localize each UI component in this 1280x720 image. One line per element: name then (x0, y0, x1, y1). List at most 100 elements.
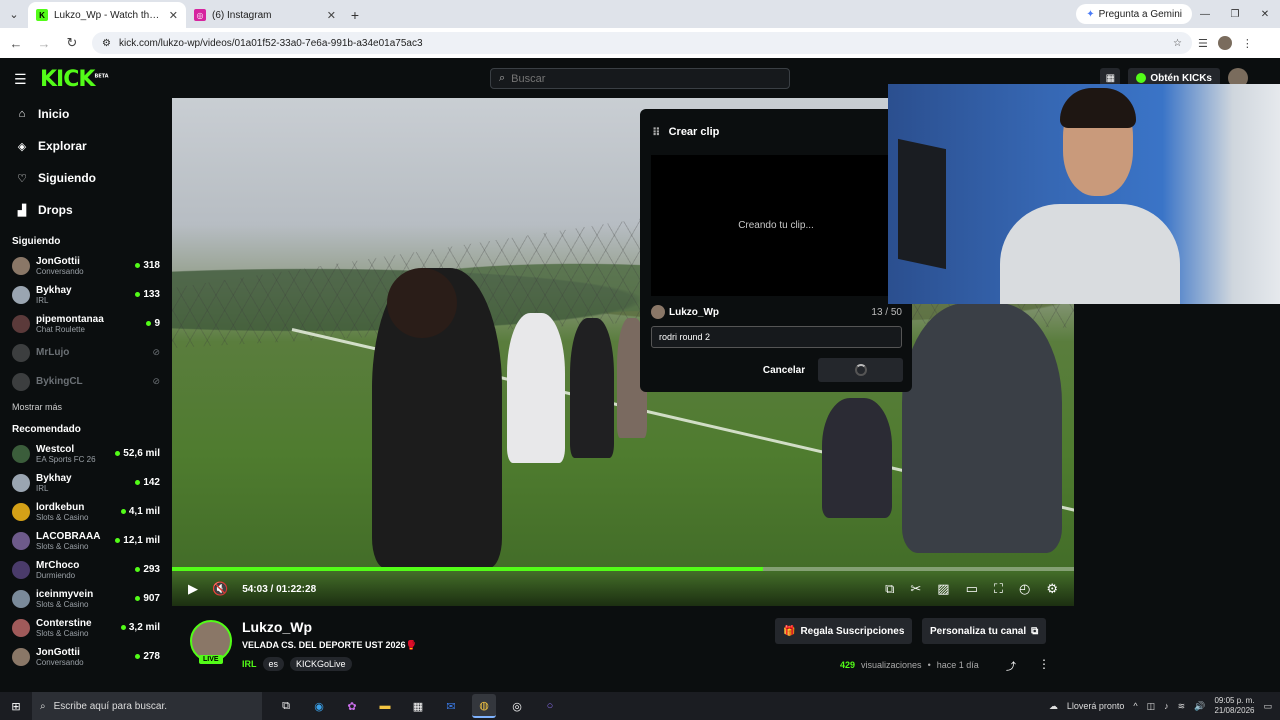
viewer-count: 9 (146, 318, 160, 329)
search-box[interactable]: ⌕ (490, 68, 790, 89)
sidebar-channel[interactable]: MrLujo ⊘ (0, 338, 172, 367)
nav-explorar[interactable]: ◈ Explorar (0, 130, 172, 162)
sidebar-channel[interactable]: Westcol EA Sports FC 26 52,6 mil (0, 439, 172, 468)
tab-kick[interactable]: K Lukzo_Wp - Watch the VOD on ✕ (28, 2, 186, 28)
pip-icon[interactable]: ⧉ (885, 581, 894, 597)
forward-icon[interactable]: → (32, 31, 56, 55)
publish-clip-button[interactable] (818, 358, 903, 382)
network-icon[interactable]: ◫ (1147, 701, 1156, 712)
drag-handle-icon[interactable]: ⠿ (652, 126, 661, 139)
store-icon[interactable]: ▦ (406, 694, 430, 718)
sidebar-channel[interactable]: pipemontanaa Chat Roulette 9 (0, 309, 172, 338)
channel-name: Bykhay (36, 284, 72, 296)
tag-chip[interactable]: KICKGoLive (290, 657, 352, 671)
speed-icon[interactable]: ◴ (1019, 581, 1030, 597)
obs-icon[interactable]: ◎ (505, 694, 529, 718)
player-controls: ▶ 🔇 54:03 / 01:22:28 ⧉ ✂ ▨ ▭ ⛶ ◴ ⚙ (172, 572, 1074, 606)
clock[interactable]: 09:05 p. m. 21/08/2026 (1214, 696, 1254, 716)
close-tab-icon[interactable]: ✕ (327, 9, 336, 22)
notifications-icon[interactable]: ▭ (1263, 701, 1272, 712)
show-more-link[interactable]: Mostrar más (0, 396, 172, 418)
reload-icon[interactable]: ↻ (60, 31, 84, 55)
sidebar-channel[interactable]: JonGottii Conversando 278 (0, 642, 172, 671)
clip-title-input[interactable] (651, 326, 902, 348)
seek-bar[interactable] (172, 567, 1074, 571)
channel-category: Chat Roulette (36, 324, 85, 334)
chrome-icon[interactable]: ◍ (472, 694, 496, 718)
channel-avatar (12, 502, 30, 521)
sidebar-channel[interactable]: Bykhay IRL 133 (0, 280, 172, 309)
gemini-button[interactable]: ✦ Pregunta a Gemini (1076, 4, 1192, 24)
site-info-icon[interactable]: ⚙ (102, 38, 111, 49)
sidebar-channel[interactable]: JonGottii Conversando 318 (0, 251, 172, 280)
mic-icon[interactable]: ♪ (1164, 701, 1169, 711)
loading-spinner-icon (854, 364, 867, 376)
category-link[interactable]: IRL (242, 659, 257, 669)
taskbar-search[interactable]: ⌕ Escribe aquí para buscar. (32, 692, 262, 720)
restore-icon[interactable]: ❐ (1220, 0, 1250, 28)
gift-subs-button[interactable]: 🎁 Regala Suscripciones (775, 618, 913, 644)
viewer-count: 133 (135, 289, 160, 300)
quality-icon[interactable]: ▨ (937, 581, 949, 597)
nav-inicio[interactable]: ⌂ Inicio (0, 98, 172, 130)
offline-icon: ⊘ (152, 376, 160, 386)
search-input[interactable] (511, 72, 772, 85)
sidebar-channel[interactable]: BykingCL ⊘ (0, 367, 172, 396)
mail-icon[interactable]: ✉ (439, 694, 463, 718)
new-tab-icon[interactable]: + (344, 2, 366, 28)
menu-list-icon[interactable]: ☰ (1198, 37, 1208, 50)
wifi-icon[interactable]: ≋ (1178, 701, 1186, 712)
sidebar-channel[interactable]: Conterstine Slots & Casino 3,2 mil (0, 613, 172, 642)
tab-instagram[interactable]: ◎ (6) Instagram ✕ (186, 2, 344, 28)
volume-muted-icon[interactable]: 🔇 (212, 581, 228, 597)
video-stats: 429 visualizaciones • hace 1 día (840, 660, 979, 670)
copilot-icon[interactable]: ✿ (340, 694, 364, 718)
viewer-count: 4,1 mil (121, 506, 160, 517)
tag-chip[interactable]: es (262, 657, 285, 671)
back-icon[interactable]: ← (4, 31, 28, 55)
tray-chevron-icon[interactable]: ^ (1133, 701, 1137, 711)
file-explorer-icon[interactable]: ▬ (373, 694, 397, 718)
sidebar-channel[interactable]: Bykhay IRL 142 (0, 468, 172, 497)
cancel-button[interactable]: Cancelar (755, 359, 813, 381)
settings-gear-icon[interactable]: ⚙ (1046, 581, 1058, 597)
play-icon[interactable]: ▶ (188, 581, 198, 597)
profile-avatar[interactable] (1217, 36, 1232, 50)
fullscreen-icon[interactable]: ⛶ (994, 581, 1003, 597)
following-section-title: Siguiendo (12, 236, 61, 247)
share-icon[interactable]: ⤴ (1006, 658, 1016, 673)
channel-info: LIVE Lukzo_Wp VELADA CS. DEL DEPORTE UST… (172, 606, 1074, 692)
nav-siguiendo[interactable]: ♡ Siguiendo (0, 162, 172, 194)
kick-logo[interactable]: KICKBETA (40, 67, 109, 92)
speaker-icon[interactable]: 🔊 (1194, 701, 1205, 712)
url-field[interactable]: ⚙ kick.com/lukzo-wp/videos/01a01f52-33a0… (92, 32, 1192, 54)
channel-name: lordkebun (36, 501, 85, 513)
hamburger-icon[interactable]: ☰ (14, 71, 27, 88)
sidebar-channel[interactable]: lordkebun Slots & Casino 4,1 mil (0, 497, 172, 526)
tab-list-icon[interactable]: ⌄ (0, 0, 28, 28)
channel-username[interactable]: Lukzo_Wp (242, 619, 312, 635)
minimize-icon[interactable]: — (1190, 0, 1220, 28)
window-controls: — ❐ ✕ (1190, 0, 1280, 28)
sidebar-channel[interactable]: iceinmyvein Slots & Casino 907 (0, 584, 172, 613)
more-vert-icon[interactable]: ⋮ (1242, 37, 1253, 50)
channel-name: JonGottii (36, 255, 80, 267)
nav-drops[interactable]: ▟ Drops (0, 194, 172, 226)
sidebar-channel[interactable]: LACOBRAAA Slots & Casino 12,1 mil (0, 526, 172, 555)
theater-icon[interactable]: ▭ (966, 581, 978, 597)
more-options-icon[interactable]: ⋮ (1038, 657, 1050, 671)
task-view-icon[interactable]: ⧉ (274, 694, 298, 718)
close-tab-icon[interactable]: ✕ (169, 9, 178, 22)
channel-avatar (12, 531, 30, 550)
drops-icon: ▟ (17, 204, 27, 217)
sidebar-channel[interactable]: MrChoco Durmiendo 293 (0, 555, 172, 584)
edge-icon[interactable]: ◉ (307, 694, 331, 718)
bookmark-star-icon[interactable]: ☆ (1173, 38, 1182, 49)
close-window-icon[interactable]: ✕ (1250, 0, 1280, 28)
video-title: VELADA CS. DEL DEPORTE UST 2026🥊 (242, 640, 417, 650)
windows-start-icon[interactable]: ⊞ (0, 692, 32, 720)
clip-icon[interactable]: ✂ (910, 581, 921, 597)
customize-channel-button[interactable]: Personaliza tu canal ⧉ (922, 618, 1047, 644)
app-icon[interactable]: ○ (538, 694, 562, 718)
weather-text[interactable]: Lloverá pronto (1067, 701, 1125, 711)
